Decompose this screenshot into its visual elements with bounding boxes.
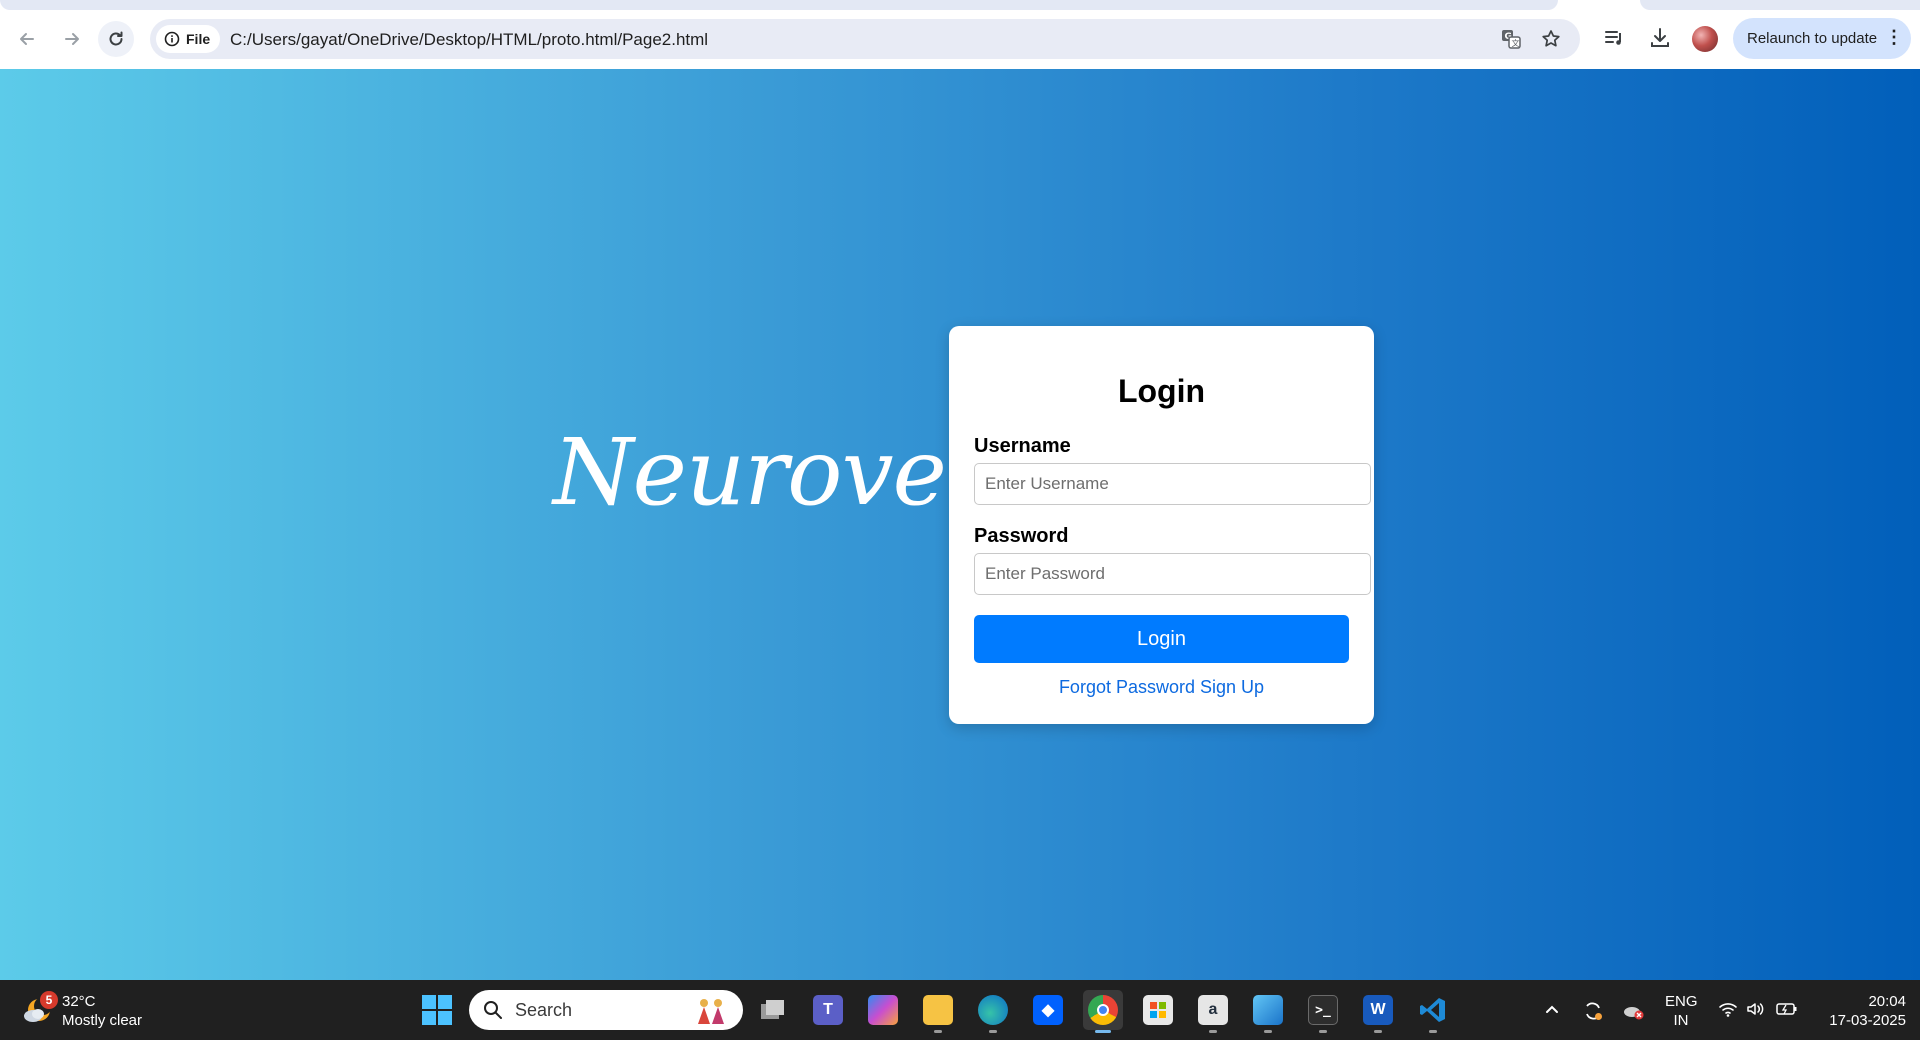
- reload-icon: [109, 31, 123, 46]
- bookmark-star-icon[interactable]: [1540, 28, 1562, 55]
- auth-links: Forgot Password Sign Up: [949, 677, 1374, 698]
- password-label: Password: [974, 525, 1069, 547]
- language-region: IN: [1673, 1012, 1689, 1029]
- folder-icon: [923, 995, 953, 1025]
- running-indicator: [934, 1030, 942, 1033]
- copilot-app[interactable]: [863, 990, 903, 1030]
- weather-condition: Mostly clear: [62, 1012, 143, 1029]
- weather-alert-badge: 5: [40, 991, 58, 1009]
- word-icon: W: [1363, 995, 1393, 1025]
- sign-up-link[interactable]: Sign Up: [1200, 677, 1264, 697]
- language-code: ENG: [1665, 993, 1698, 1010]
- running-indicator: [1429, 1030, 1437, 1033]
- start-button[interactable]: [420, 993, 454, 1027]
- file-explorer-app[interactable]: [918, 990, 958, 1033]
- info-icon: [164, 31, 180, 47]
- more-menu-icon[interactable]: ⋮: [1885, 28, 1903, 46]
- forward-button[interactable]: [54, 21, 90, 57]
- weather-temp: 32°C: [62, 993, 96, 1010]
- chrome-icon: [1088, 995, 1118, 1025]
- site-chip-label: File: [186, 31, 211, 47]
- relaunch-to-update-button[interactable]: Relaunch to update ⋮: [1733, 18, 1911, 59]
- weather-moon-cloud-icon: 5: [22, 991, 58, 1027]
- copilot-icon: [868, 995, 898, 1025]
- terminal-icon: >_: [1308, 995, 1338, 1025]
- clock-time: 20:04: [1868, 993, 1906, 1010]
- active-indicator: [1095, 1030, 1111, 1033]
- terminal-app[interactable]: >_: [1303, 990, 1343, 1033]
- site-info-chip[interactable]: File: [156, 25, 221, 53]
- search-placeholder: Search: [515, 999, 573, 1020]
- store-icon: [1143, 995, 1173, 1025]
- microsoft-store-app[interactable]: [1138, 990, 1178, 1030]
- weather-text: 32°C Mostly clear: [62, 992, 142, 1030]
- chevron-up-icon[interactable]: [1543, 1000, 1561, 1023]
- clock-date: 17-03-2025: [1829, 1012, 1906, 1029]
- arrow-right-icon: [65, 33, 79, 45]
- username-input[interactable]: [974, 463, 1371, 505]
- arrow-left-icon: [20, 33, 34, 45]
- photos-icon: [1253, 995, 1283, 1025]
- browser-toolbar: File C:/Users/gayat/OneDrive/Desktop/HTM…: [0, 0, 1920, 69]
- amazon-icon: a: [1198, 995, 1228, 1025]
- page-viewport: Neuroverse Login Username Password Login…: [0, 69, 1920, 980]
- edge-icon: [978, 995, 1008, 1025]
- login-title: Login: [1117, 373, 1206, 409]
- forgot-password-link[interactable]: Forgot Password: [1059, 677, 1195, 697]
- task-view-icon: [758, 995, 788, 1025]
- back-button[interactable]: [9, 21, 45, 57]
- login-card: Login Username Password Login Forgot Pas…: [949, 326, 1374, 724]
- search-highlight-icon: [693, 996, 729, 1033]
- running-indicator: [1319, 1030, 1327, 1033]
- edge-app[interactable]: [973, 990, 1013, 1033]
- dropbox-icon: ◆: [1033, 995, 1063, 1025]
- password-input[interactable]: [974, 553, 1371, 595]
- dropbox-app[interactable]: ◆: [1028, 990, 1068, 1030]
- media-controls-icon[interactable]: [1603, 27, 1625, 54]
- photos-app[interactable]: [1248, 990, 1288, 1033]
- teams-app[interactable]: T: [808, 990, 848, 1030]
- profile-avatar[interactable]: [1692, 26, 1718, 52]
- login-button[interactable]: Login: [974, 615, 1349, 663]
- word-app[interactable]: W: [1358, 990, 1398, 1033]
- tab-strip: [0, 0, 1558, 10]
- translate-icon[interactable]: G文: [1500, 28, 1522, 55]
- volume-icon[interactable]: [1745, 1000, 1765, 1023]
- weather-widget[interactable]: 5 32°C Mostly clear: [22, 991, 142, 1030]
- download-icon[interactable]: [1648, 26, 1672, 55]
- task-view-app[interactable]: [753, 990, 793, 1030]
- reload-button[interactable]: [98, 21, 134, 57]
- username-label: Username: [974, 435, 1071, 457]
- chrome-app[interactable]: [1083, 990, 1123, 1033]
- address-bar[interactable]: File C:/Users/gayat/OneDrive/Desktop/HTM…: [150, 19, 1580, 59]
- search-icon: [484, 1001, 502, 1019]
- vs-code-icon: [1418, 995, 1448, 1025]
- battery-icon[interactable]: [1775, 1000, 1799, 1023]
- running-indicator: [1264, 1030, 1272, 1033]
- sync-icon[interactable]: [1582, 1000, 1604, 1027]
- wifi-icon[interactable]: [1718, 1000, 1738, 1023]
- relaunch-label: Relaunch to update: [1747, 30, 1878, 47]
- taskbar: 5 32°C Mostly clear Search T ◆ a >_ W EN…: [0, 980, 1920, 1040]
- windows-logo-icon: [422, 995, 452, 1025]
- tab-strip-right: [1640, 0, 1920, 10]
- running-indicator: [989, 1030, 997, 1033]
- amazon-app[interactable]: a: [1193, 990, 1233, 1033]
- teams-icon: T: [813, 995, 843, 1025]
- input-language[interactable]: ENG IN: [1665, 992, 1698, 1030]
- running-indicator: [1374, 1030, 1382, 1033]
- running-indicator: [1209, 1030, 1217, 1033]
- vs-code-app[interactable]: [1413, 990, 1453, 1033]
- svg-text:文: 文: [1512, 38, 1520, 48]
- taskbar-search[interactable]: Search: [469, 990, 743, 1030]
- onedrive-error-icon[interactable]: [1622, 1000, 1646, 1027]
- system-clock[interactable]: 20:04 17-03-2025: [1810, 992, 1906, 1030]
- url-text[interactable]: C:/Users/gayat/OneDrive/Desktop/HTML/pro…: [230, 30, 708, 50]
